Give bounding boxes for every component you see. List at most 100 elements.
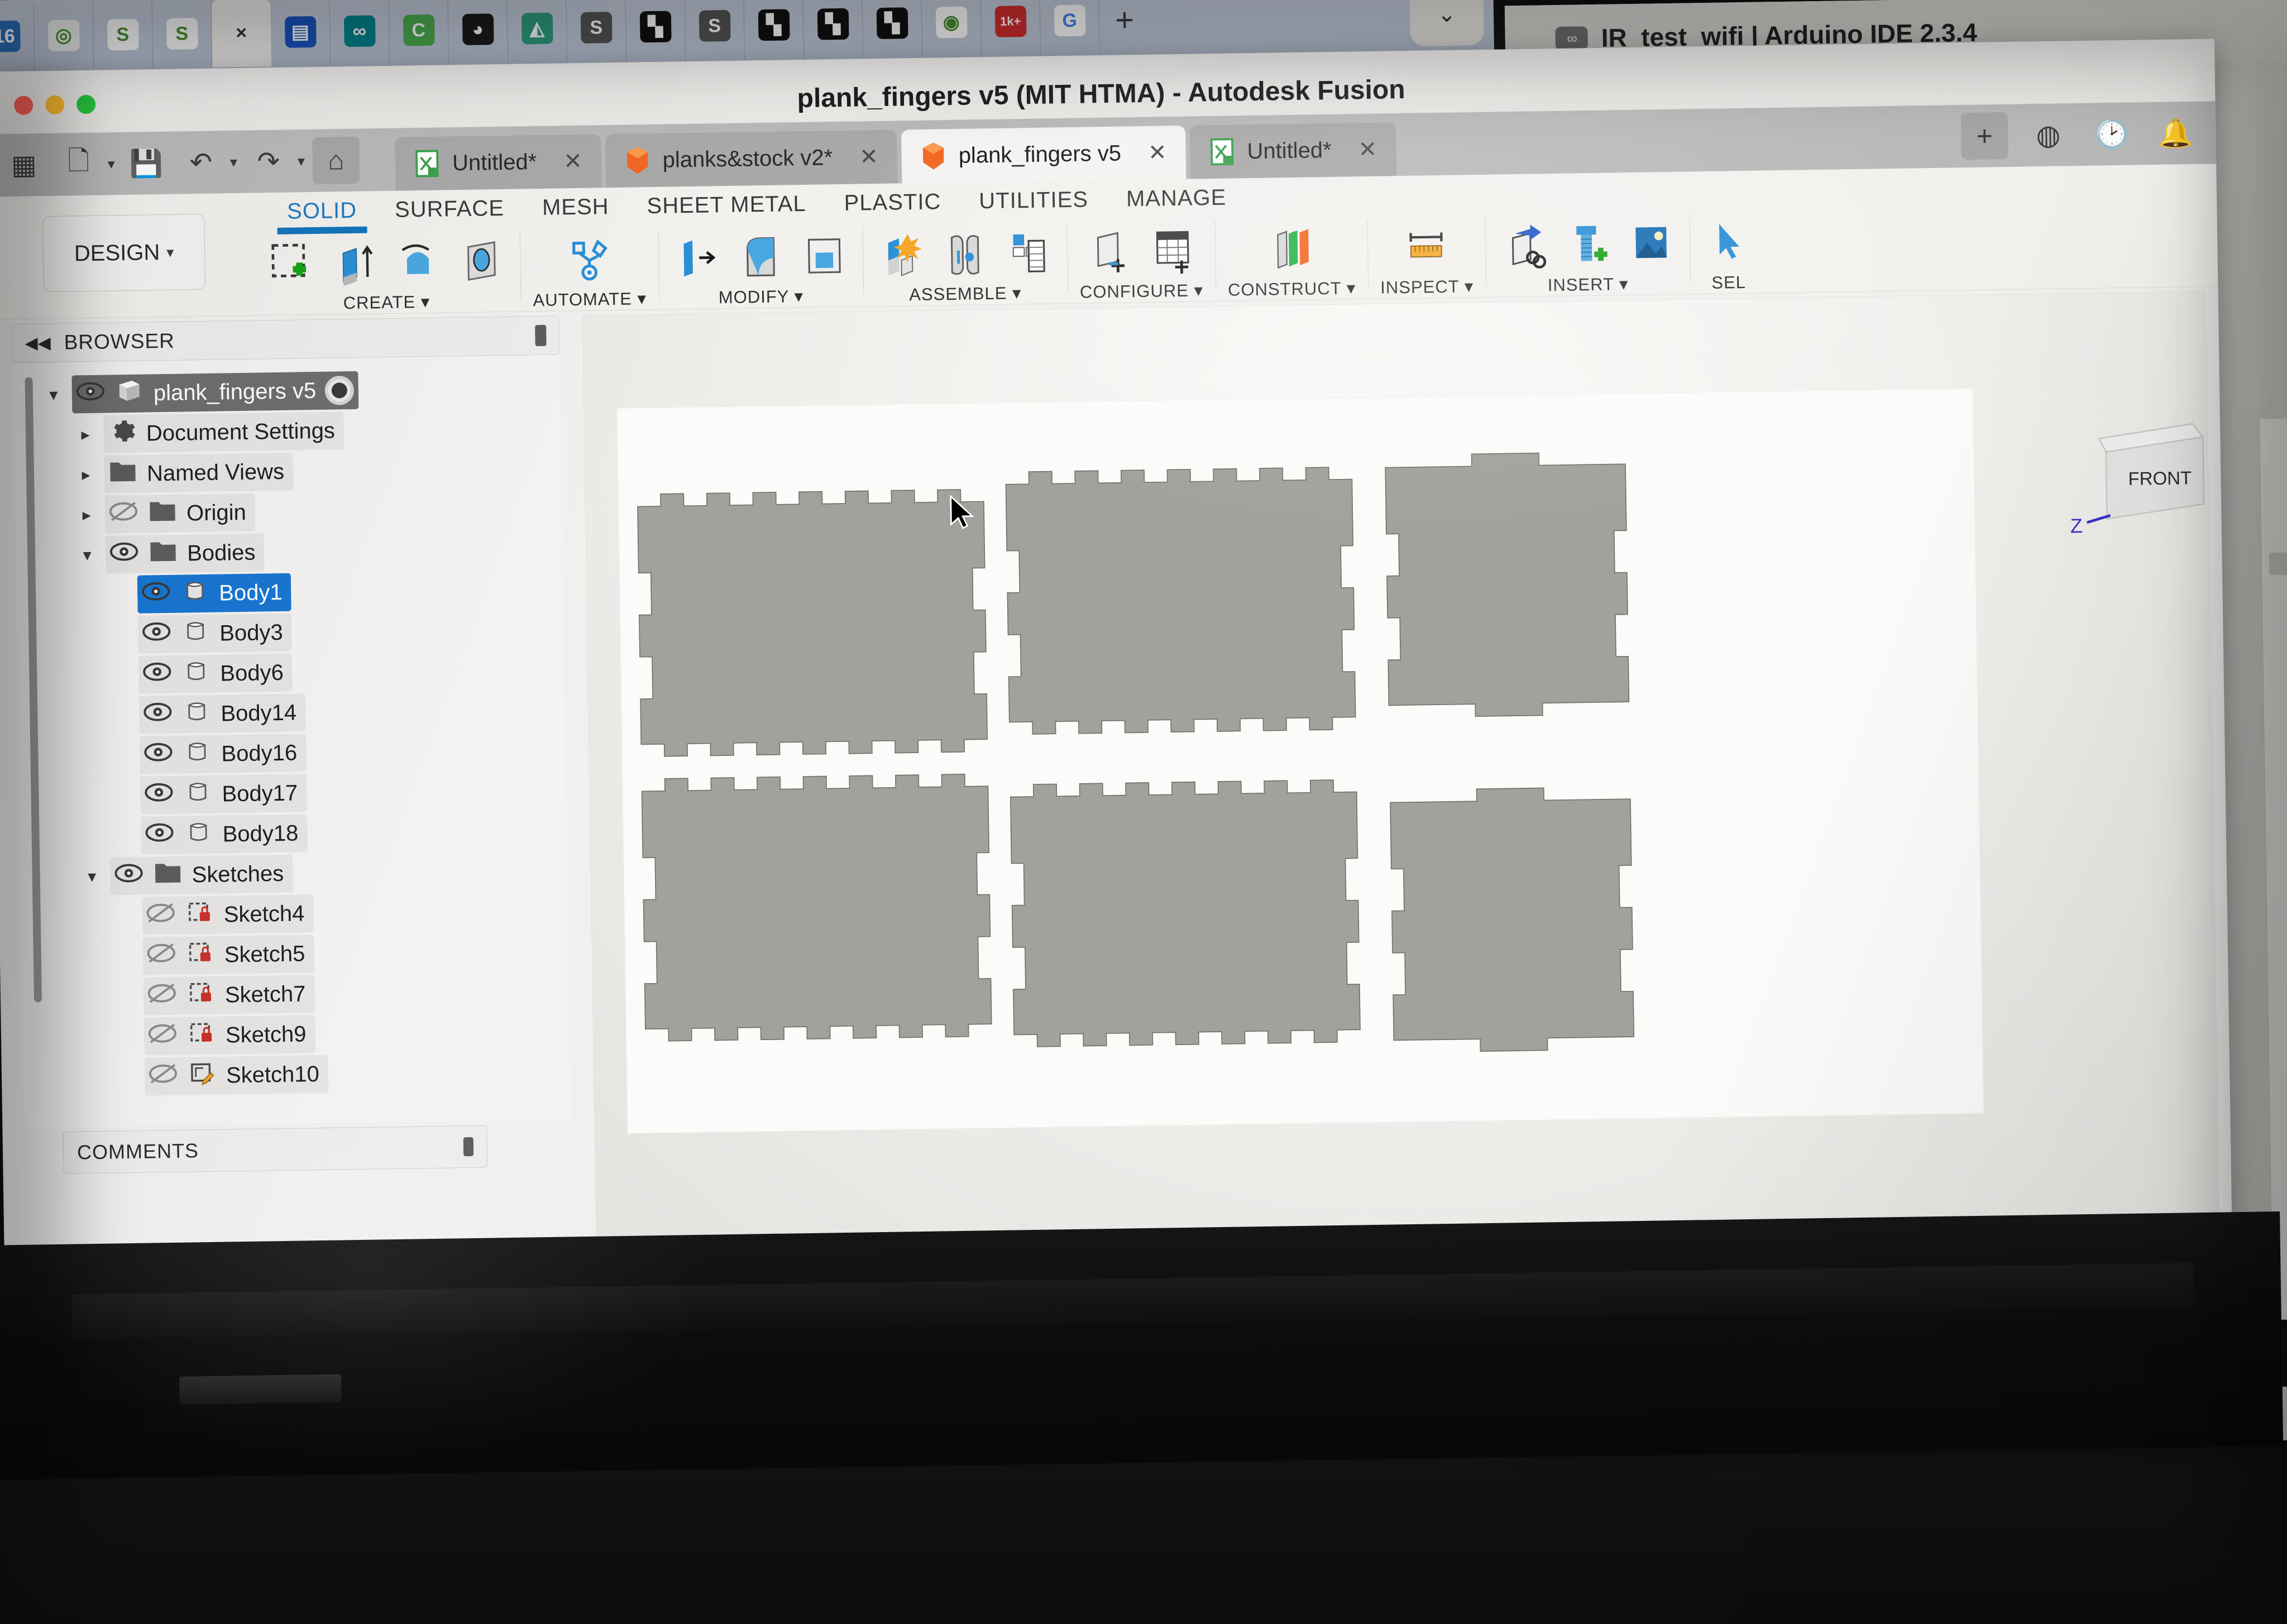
disclosure-triangle-icon[interactable] (115, 956, 134, 957)
eye-visible-icon[interactable] (144, 821, 175, 844)
insert-derive-icon[interactable] (1497, 218, 1550, 274)
eye-hidden-icon[interactable] (147, 982, 178, 1010)
ribbon-tab-surface[interactable]: SURFACE (376, 192, 524, 226)
disclosure-triangle-icon[interactable]: ▸ (76, 464, 96, 485)
browser-tree-row[interactable]: ▾ Bodies (46, 528, 563, 576)
measure-icon[interactable] (1400, 219, 1453, 275)
eye-visible-icon[interactable] (143, 781, 174, 804)
browser-tree-row[interactable]: Sketch9 (53, 1010, 570, 1058)
eye-visible-icon[interactable] (113, 862, 144, 885)
browser-tab-active-x[interactable]: × (211, 0, 272, 68)
fillet-icon[interactable] (734, 229, 787, 285)
eye-visible-icon[interactable] (144, 821, 175, 850)
new-tab-button[interactable]: + (1099, 0, 1150, 45)
joint-icon[interactable] (938, 226, 991, 282)
extrude-icon[interactable] (328, 235, 381, 291)
ribbon-tab-mesh[interactable]: MESH (523, 191, 628, 224)
browser-tree-row[interactable]: ▾ Sketches (51, 849, 567, 897)
workspace-switcher[interactable]: DESIGN ▾ (42, 213, 206, 293)
plank-body-3[interactable] (1383, 449, 1631, 720)
eye-visible-icon[interactable] (141, 620, 172, 643)
configure-part-icon[interactable] (1083, 224, 1136, 280)
eye-hidden-icon[interactable] (147, 982, 178, 1005)
doc-tab[interactable]: Untitled* ✕ (1189, 122, 1396, 179)
browser-tree-item[interactable]: Body3 (137, 613, 293, 654)
select-icon[interactable] (1701, 215, 1754, 271)
disclosure-triangle-icon[interactable] (111, 715, 130, 716)
browser-tree-item[interactable]: Body18 (141, 814, 308, 855)
eye-hidden-icon[interactable] (146, 942, 176, 965)
eye-hidden-icon[interactable] (148, 1062, 179, 1091)
panel-label[interactable]: MODIFY ▾ (719, 286, 804, 308)
eye-hidden-icon[interactable] (108, 500, 139, 523)
browser-tab-black2[interactable]: ▚ (744, 0, 805, 60)
activate-component-radio[interactable] (324, 375, 355, 405)
comments-panel-header[interactable]: COMMENTS (63, 1125, 488, 1174)
close-icon[interactable]: ✕ (1148, 140, 1167, 165)
ribbon-tab-utilities[interactable]: UTILITIES (960, 184, 1108, 218)
tab-search-button[interactable]: ⌄ (1409, 0, 1484, 46)
plank-body-6[interactable] (1388, 784, 1637, 1055)
browser-tree-item[interactable]: Origin (104, 493, 256, 534)
panel-label[interactable]: INSERT ▾ (1548, 274, 1629, 295)
browser-tab-spiral[interactable]: ◎ (34, 1, 94, 70)
bom-icon[interactable] (1002, 225, 1055, 281)
browser-tab-doc[interactable]: ▤ (270, 0, 331, 67)
eye-visible-icon[interactable] (142, 660, 173, 683)
browser-tree-item[interactable]: Document Settings (103, 411, 345, 453)
browser-tab-s4[interactable]: S (685, 0, 745, 61)
undo-button[interactable]: ↶ (177, 138, 224, 186)
panel-label[interactable]: ASSEMBLE ▾ (909, 283, 1022, 305)
browser-tab-s1[interactable]: S (93, 0, 154, 69)
browser-tree-row[interactable]: ▸ Named Views (45, 447, 562, 495)
doc-tab[interactable]: planks&stock v2* ✕ (605, 130, 898, 188)
disclosure-triangle-icon[interactable]: ▾ (78, 545, 97, 565)
revolve-icon[interactable] (391, 234, 444, 290)
browser-tree-row[interactable]: ▾ plank_fingers v5 (44, 367, 560, 415)
viewport-canvas[interactable]: FRONT Z (582, 291, 2220, 1241)
browser-tree-row[interactable]: ▸ Document Settings (44, 407, 561, 455)
automate-icon[interactable] (562, 232, 615, 288)
disclosure-triangle-icon[interactable] (114, 916, 133, 917)
shell-icon[interactable] (797, 228, 850, 284)
eye-visible-icon[interactable] (142, 701, 173, 724)
arduino-sidebar-icon[interactable] (2269, 552, 2287, 576)
browser-tree-item[interactable]: Sketch5 (142, 935, 314, 975)
browser-tree-row[interactable]: Sketch4 (51, 889, 568, 937)
view-cube[interactable]: FRONT Z (2059, 403, 2220, 573)
eye-hidden-icon[interactable] (147, 1022, 178, 1051)
disclosure-triangle-icon[interactable] (111, 675, 130, 676)
close-icon[interactable]: ✕ (563, 148, 582, 174)
eye-visible-icon[interactable] (141, 580, 171, 603)
browser-tree-item[interactable]: Sketch4 (142, 894, 314, 935)
close-icon[interactable]: ✕ (1358, 137, 1377, 162)
ribbon-tab-solid[interactable]: SOLID (268, 194, 376, 228)
eye-visible-icon[interactable] (142, 701, 173, 729)
save-button[interactable]: 💾 (122, 140, 170, 187)
create-sketch-icon[interactable] (264, 236, 317, 292)
browser-tab-s3[interactable]: S (566, 0, 627, 63)
offset-plane-icon[interactable] (1265, 221, 1318, 277)
configure-table-icon[interactable] (1146, 223, 1199, 279)
panel-label[interactable]: SEL (1711, 272, 1746, 293)
chevron-down-icon[interactable]: ▾ (108, 155, 116, 173)
browser-tree-row[interactable]: Body3 (47, 608, 564, 656)
eye-visible-icon[interactable] (143, 741, 174, 769)
new-component-icon[interactable] (874, 227, 927, 283)
browser-tree-row[interactable]: Sketch5 (52, 930, 568, 978)
browser-tree-item[interactable]: Sketch10 (144, 1055, 329, 1096)
hole-icon[interactable] (455, 233, 508, 289)
browser-tab-1k[interactable]: 1k+ (980, 0, 1041, 56)
panel-label[interactable]: CONSTRUCT ▾ (1228, 278, 1356, 300)
browser-tree-row[interactable]: ▸ Origin (46, 487, 562, 535)
disclosure-triangle-icon[interactable] (112, 755, 131, 756)
eye-visible-icon[interactable] (75, 380, 106, 409)
notifications-button[interactable]: 🔔 (2152, 109, 2199, 157)
browser-panel-grip[interactable] (535, 324, 547, 347)
doc-tab[interactable]: Untitled* ✕ (395, 134, 602, 191)
browser-tab-google[interactable]: G (1040, 0, 1101, 55)
browser-tab-chrome[interactable]: ◉ (921, 0, 982, 57)
browser-tree-item[interactable]: Body17 (140, 774, 307, 815)
redo-button[interactable]: ↷ (245, 138, 292, 185)
insert-canvas-icon[interactable] (1624, 216, 1677, 272)
